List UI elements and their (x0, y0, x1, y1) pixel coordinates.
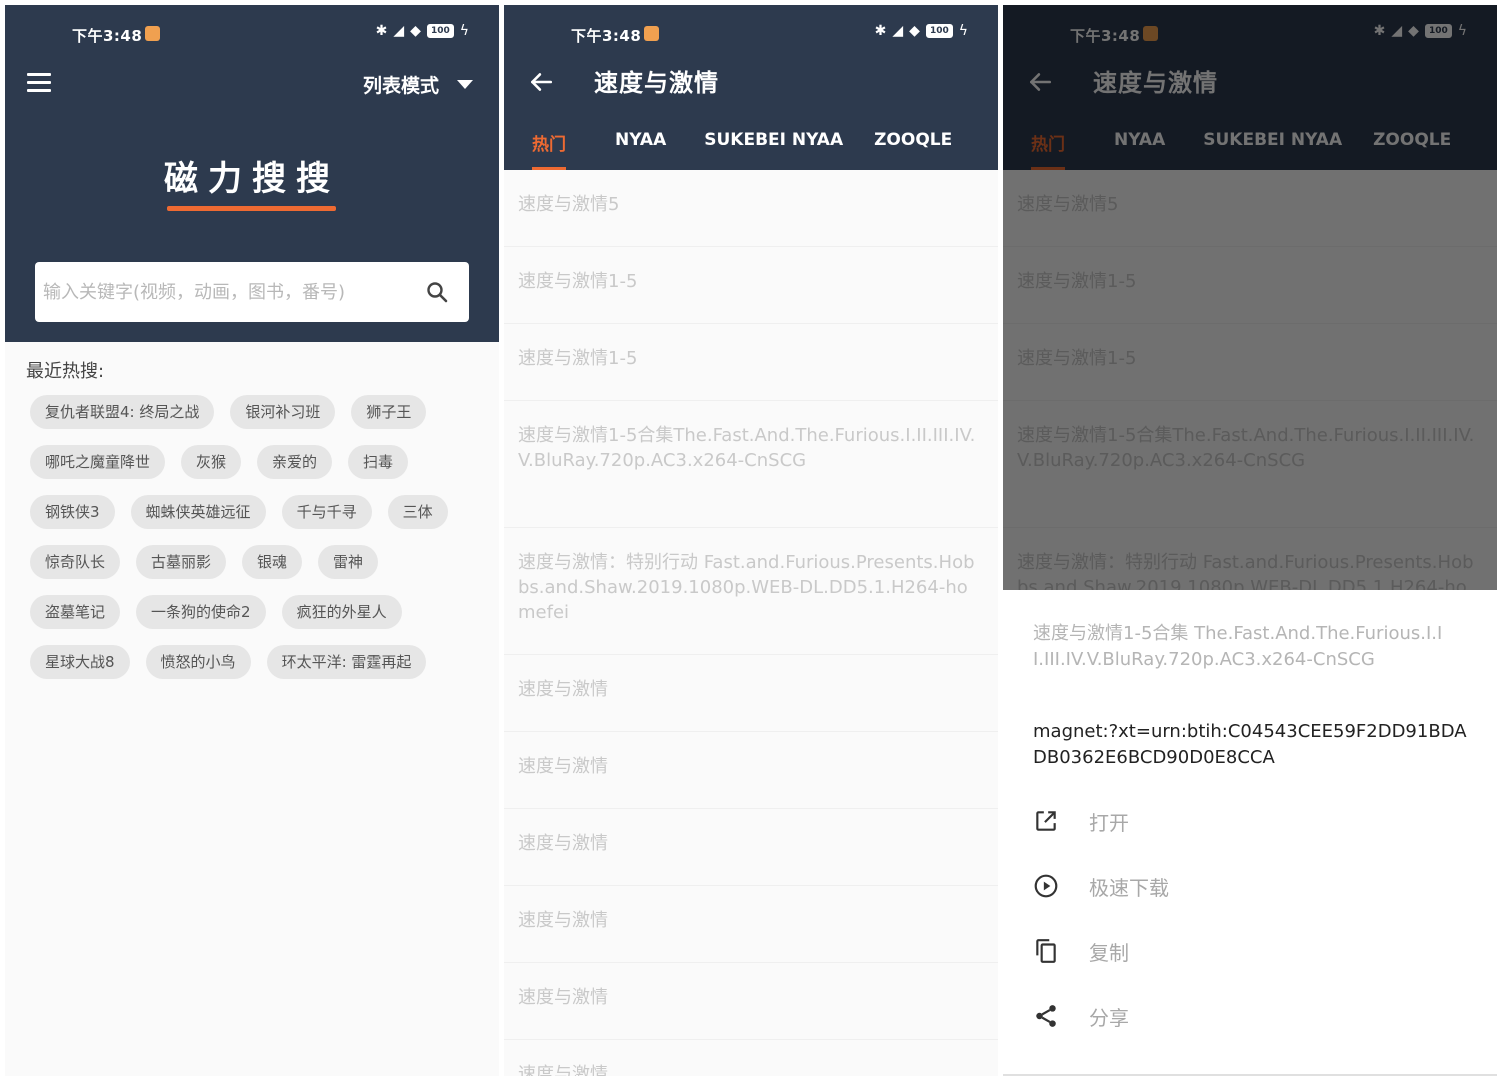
chip-row: 盗墓笔记 一条狗的使命2 疯狂的外星人 (30, 595, 490, 629)
wifi-icon: ◆ (410, 23, 421, 39)
result-item[interactable]: 速度与激情 (504, 963, 998, 1040)
status-time: 下午3:48 (571, 27, 642, 45)
search-chip[interactable]: 扫毒 (348, 445, 409, 479)
result-item[interactable]: 速度与激情 (504, 809, 998, 886)
status-bar: 下午3:48 ✱ ◢ ◆ 100 ϟ (5, 5, 499, 60)
search-chip[interactable]: 银河补习班 (230, 395, 336, 429)
status-bar: 下午3:48 ✱ ◢ ◆ 100 ϟ (504, 5, 998, 60)
charging-icon: ϟ (459, 23, 469, 39)
mode-label: 列表模式 (362, 75, 439, 97)
page-title: 速度与激情 (594, 69, 719, 97)
notification-icon (644, 26, 659, 41)
search-chip[interactable]: 钢铁侠3 (30, 495, 115, 529)
detail-sheet-screen: 下午3:48 ✱ ◢ ◆ 100 ϟ 速度与激情 热门 NYAA SUKEBEI… (1003, 5, 1497, 1076)
system-icons: ✱ ◢ ◆ 100 ϟ (875, 23, 968, 39)
result-item[interactable]: 速度与激情：特别行动 Fast.and.Furious.Presents.Hob… (504, 528, 998, 655)
chip-row: 钢铁侠3 蜘蛛侠英雄远征 千与千寻 三体 (30, 495, 490, 529)
open-label: 打开 (1089, 810, 1129, 835)
back-arrow-icon[interactable] (528, 69, 554, 95)
result-list: 速度与激情5 速度与激情1-5 速度与激情1-5 速度与激情1-5合集The.F… (504, 170, 998, 1076)
search-box (35, 262, 469, 322)
bluetooth-icon: ✱ (874, 23, 887, 39)
result-item[interactable]: 速度与激情1-5 (504, 324, 998, 401)
result-item[interactable]: 速度与激情 (504, 886, 998, 963)
copy-label: 复制 (1089, 940, 1129, 965)
bluetooth-icon: ✱ (375, 23, 388, 39)
share-action[interactable]: 分享 (1033, 996, 1129, 1036)
battery-icon: 100 (426, 24, 454, 38)
search-chip[interactable]: 千与千寻 (281, 495, 372, 529)
fast-download-action[interactable]: 极速下载 (1033, 866, 1169, 906)
search-chip[interactable]: 一条狗的使命2 (136, 595, 266, 629)
system-icons: ✱ ◢ ◆ 100 ϟ (376, 23, 469, 39)
share-label: 分享 (1089, 1005, 1129, 1030)
search-chip[interactable]: 哪吒之魔童降世 (30, 445, 166, 479)
tab-sukebei-nyaa[interactable]: SUKEBEI NYAA (704, 123, 843, 170)
signal-icon: ◢ (892, 23, 904, 39)
result-item[interactable]: 速度与激情5 (504, 170, 998, 247)
search-chip[interactable]: 古墓丽影 (136, 545, 227, 579)
search-icon[interactable] (425, 280, 449, 304)
chip-row: 复仇者联盟4: 终局之战 银河补习班 狮子王 (30, 395, 490, 429)
wifi-icon: ◆ (909, 23, 920, 39)
tab-nyaa[interactable]: NYAA (615, 123, 666, 170)
search-chip[interactable]: 环太平洋: 雷霆再起 (266, 645, 427, 679)
sheet-title: 速度与激情1-5合集 The.Fast.And.The.Furious.I.II… (1033, 623, 1443, 670)
source-tabs: 热门 NYAA SUKEBEI NYAA ZOOQLE (504, 123, 998, 170)
chip-row: 惊奇队长 古墓丽影 银魂 雷神 (30, 545, 490, 579)
open-action[interactable]: 打开 (1033, 801, 1129, 841)
bottom-sheet: 速度与激情1-5合集 The.Fast.And.The.Furious.I.II… (1003, 590, 1497, 1076)
tab-zooqle[interactable]: ZOOQLE (874, 123, 952, 170)
magnet-link: magnet:?xt=urn:btih:C04543CEE59F2DD91BDA… (1033, 721, 1467, 768)
hot-search-chips: 复仇者联盟4: 终局之战 银河补习班 狮子王 哪吒之魔童降世 灰猴 亲爱的 扫毒… (30, 395, 490, 695)
menu-icon[interactable] (27, 73, 53, 93)
fast-download-label: 极速下载 (1089, 875, 1169, 900)
search-chip[interactable]: 灰猴 (181, 445, 242, 479)
chevron-down-icon (457, 80, 473, 89)
search-chip[interactable]: 雷神 (318, 545, 379, 579)
result-item[interactable]: 速度与激情 (504, 1040, 998, 1076)
notification-icon (145, 26, 160, 41)
play-circle-icon (1034, 874, 1058, 898)
search-chip[interactable]: 亲爱的 (257, 445, 333, 479)
search-input[interactable] (43, 262, 413, 322)
charging-icon: ϟ (958, 23, 968, 39)
search-chip[interactable]: 蜘蛛侠英雄远征 (130, 495, 266, 529)
recent-searches-label: 最近热搜: (26, 361, 105, 382)
result-item[interactable]: 速度与激情 (504, 655, 998, 732)
search-chip[interactable]: 疯狂的外星人 (281, 595, 402, 629)
search-chip[interactable]: 愤怒的小鸟 (145, 645, 251, 679)
search-chip[interactable]: 复仇者联盟4: 终局之战 (30, 395, 215, 429)
search-chip[interactable]: 三体 (387, 495, 448, 529)
search-chip[interactable]: 狮子王 (351, 395, 427, 429)
share-icon (1036, 1005, 1056, 1027)
result-item[interactable]: 速度与激情1-5合集The.Fast.And.The.Furious.I.II.… (504, 401, 998, 528)
search-chip[interactable]: 惊奇队长 (30, 545, 121, 579)
status-time: 下午3:48 (72, 27, 143, 45)
result-item[interactable]: 速度与激情 (504, 732, 998, 809)
app-title: 磁力搜搜 (164, 159, 340, 199)
search-chip[interactable]: 盗墓笔记 (30, 595, 121, 629)
search-chip[interactable]: 星球大战8 (30, 645, 130, 679)
results-screen: 下午3:48 ✱ ◢ ◆ 100 ϟ 速度与激情 热门 NYAA SUKEBEI… (504, 5, 998, 1076)
chip-row: 哪吒之魔童降世 灰猴 亲爱的 扫毒 (30, 445, 490, 479)
home-screen: 下午3:48 ✱ ◢ ◆ 100 ϟ 列表模式 磁力搜搜 最近热搜: 复仇者联盟… (5, 5, 499, 1076)
signal-icon: ◢ (393, 23, 405, 39)
divider (1003, 1074, 1497, 1076)
modal-scrim[interactable] (1003, 5, 1497, 590)
copy-icon (1036, 939, 1056, 963)
battery-icon: 100 (925, 24, 953, 38)
copy-action[interactable]: 复制 (1033, 931, 1129, 971)
result-item[interactable]: 速度与激情1-5 (504, 247, 998, 324)
tab-hot[interactable]: 热门 (532, 123, 566, 170)
title-underline (167, 206, 336, 211)
chip-row: 星球大战8 愤怒的小鸟 环太平洋: 雷霆再起 (30, 645, 490, 679)
search-chip[interactable]: 银魂 (242, 545, 303, 579)
open-external-icon (1036, 811, 1056, 831)
mode-dropdown[interactable]: 列表模式 (363, 71, 473, 98)
